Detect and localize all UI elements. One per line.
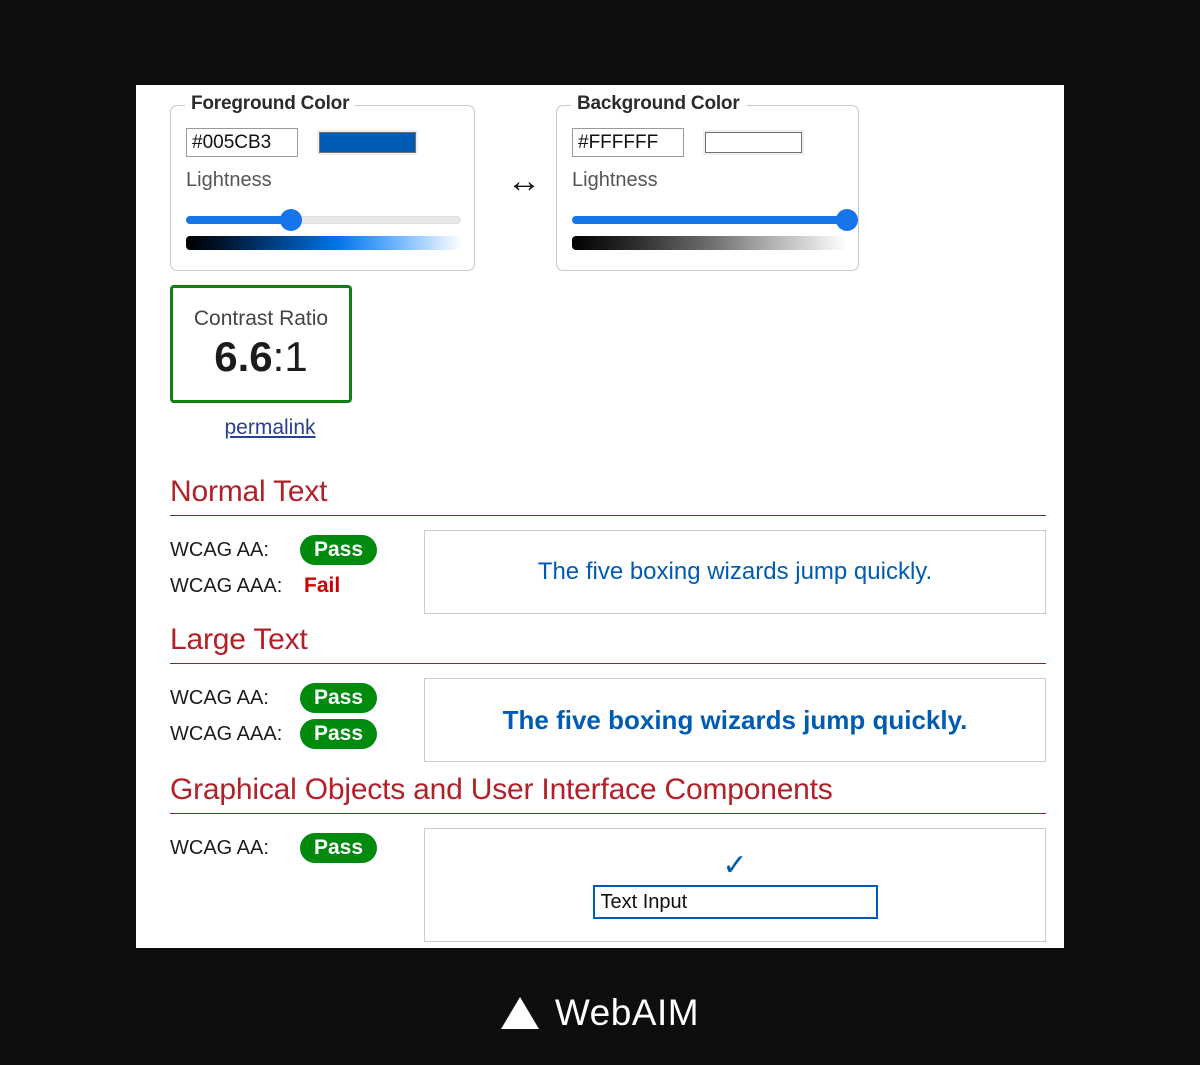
background-swatch-wrapper[interactable] bbox=[703, 130, 804, 155]
contrast-ratio-title: Contrast Ratio bbox=[194, 308, 328, 329]
slider-thumb[interactable] bbox=[836, 209, 858, 231]
background-color-fieldset: Background Color Lightness bbox=[556, 105, 859, 271]
background-lightness-label: Lightness bbox=[572, 169, 658, 192]
background-color-swatch[interactable] bbox=[705, 132, 802, 153]
permalink-link[interactable]: permalink bbox=[179, 416, 361, 440]
background-hex-input[interactable] bbox=[572, 128, 684, 157]
foreground-hex-input[interactable] bbox=[186, 128, 298, 157]
swap-colors-icon[interactable]: ↔ bbox=[494, 163, 554, 199]
status-badge: Pass bbox=[300, 833, 377, 863]
contrast-ratio-number: 6.6 bbox=[214, 333, 272, 380]
background-hex-row bbox=[572, 128, 804, 157]
section-heading: Graphical Objects and User Interface Com… bbox=[170, 773, 1046, 814]
graphical-objects-sample: ✓ bbox=[424, 828, 1046, 942]
triangle-logo-icon bbox=[501, 997, 539, 1029]
section-body: WCAG AA: Pass WCAG AAA: Pass The five bo… bbox=[170, 678, 1046, 762]
section-body: WCAG AA: Pass ✓ bbox=[170, 828, 1046, 942]
contrast-ratio-area: Contrast Ratio 6.6:1 permalink bbox=[170, 285, 370, 440]
contrast-ratio-box: Contrast Ratio 6.6:1 bbox=[170, 285, 352, 403]
contrast-ratio-value: 6.6:1 bbox=[214, 335, 307, 379]
section-large-text: Large Text WCAG AA: Pass WCAG AAA: Pass … bbox=[170, 623, 1046, 762]
result-label: WCAG AAA: bbox=[170, 575, 300, 598]
result-label: WCAG AA: bbox=[170, 539, 300, 562]
foreground-lightness-label: Lightness bbox=[186, 169, 272, 192]
sample-text: The five boxing wizards jump quickly. bbox=[538, 558, 932, 586]
foreground-color-swatch[interactable] bbox=[319, 132, 416, 153]
status-badge: Pass bbox=[300, 683, 377, 713]
site-footer: WebAIM bbox=[0, 975, 1200, 1050]
background-lightness-gradient bbox=[572, 236, 847, 250]
result-label: WCAG AAA: bbox=[170, 723, 300, 746]
results-list: WCAG AA: Pass bbox=[170, 828, 424, 866]
result-label: WCAG AA: bbox=[170, 837, 300, 860]
color-pickers-row: Foreground Color Lightness ↔ Background … bbox=[170, 85, 1030, 285]
slider-fill bbox=[572, 216, 847, 224]
status-badge: Fail bbox=[300, 571, 354, 601]
slider-fill bbox=[186, 216, 291, 224]
demo-text-input[interactable] bbox=[593, 885, 878, 919]
contrast-checker-panel: Foreground Color Lightness ↔ Background … bbox=[136, 85, 1064, 948]
result-row: WCAG AA: Pass bbox=[170, 680, 424, 716]
result-row: WCAG AAA: Fail bbox=[170, 568, 424, 604]
slider-thumb[interactable] bbox=[280, 209, 302, 231]
section-heading: Large Text bbox=[170, 623, 1046, 664]
foreground-color-fieldset: Foreground Color Lightness bbox=[170, 105, 475, 271]
result-row: WCAG AA: Pass bbox=[170, 532, 424, 568]
section-heading: Normal Text bbox=[170, 475, 1046, 516]
status-badge: Pass bbox=[300, 719, 377, 749]
foreground-hex-row bbox=[186, 128, 418, 157]
section-graphical-objects: Graphical Objects and User Interface Com… bbox=[170, 773, 1046, 942]
normal-text-sample: The five boxing wizards jump quickly. bbox=[424, 530, 1046, 614]
foreground-lightness-slider[interactable] bbox=[186, 209, 461, 231]
background-legend: Background Color bbox=[571, 93, 746, 115]
background-lightness-slider[interactable] bbox=[572, 209, 847, 231]
results-list: WCAG AA: Pass WCAG AAA: Fail bbox=[170, 530, 424, 604]
brand-name: WebAIM bbox=[555, 992, 699, 1034]
result-row: WCAG AAA: Pass bbox=[170, 716, 424, 752]
section-normal-text: Normal Text WCAG AA: Pass WCAG AAA: Fail… bbox=[170, 475, 1046, 614]
foreground-lightness-gradient bbox=[186, 236, 461, 250]
contrast-ratio-suffix: :1 bbox=[273, 333, 308, 380]
status-badge: Pass bbox=[300, 535, 377, 565]
sample-text: The five boxing wizards jump quickly. bbox=[503, 705, 968, 736]
result-label: WCAG AA: bbox=[170, 687, 300, 710]
result-row: WCAG AA: Pass bbox=[170, 830, 424, 866]
foreground-legend: Foreground Color bbox=[185, 93, 355, 115]
checkmark-icon: ✓ bbox=[722, 851, 747, 881]
foreground-swatch-wrapper[interactable] bbox=[317, 130, 418, 155]
section-body: WCAG AA: Pass WCAG AAA: Fail The five bo… bbox=[170, 530, 1046, 614]
large-text-sample: The five boxing wizards jump quickly. bbox=[424, 678, 1046, 762]
results-list: WCAG AA: Pass WCAG AAA: Pass bbox=[170, 678, 424, 752]
